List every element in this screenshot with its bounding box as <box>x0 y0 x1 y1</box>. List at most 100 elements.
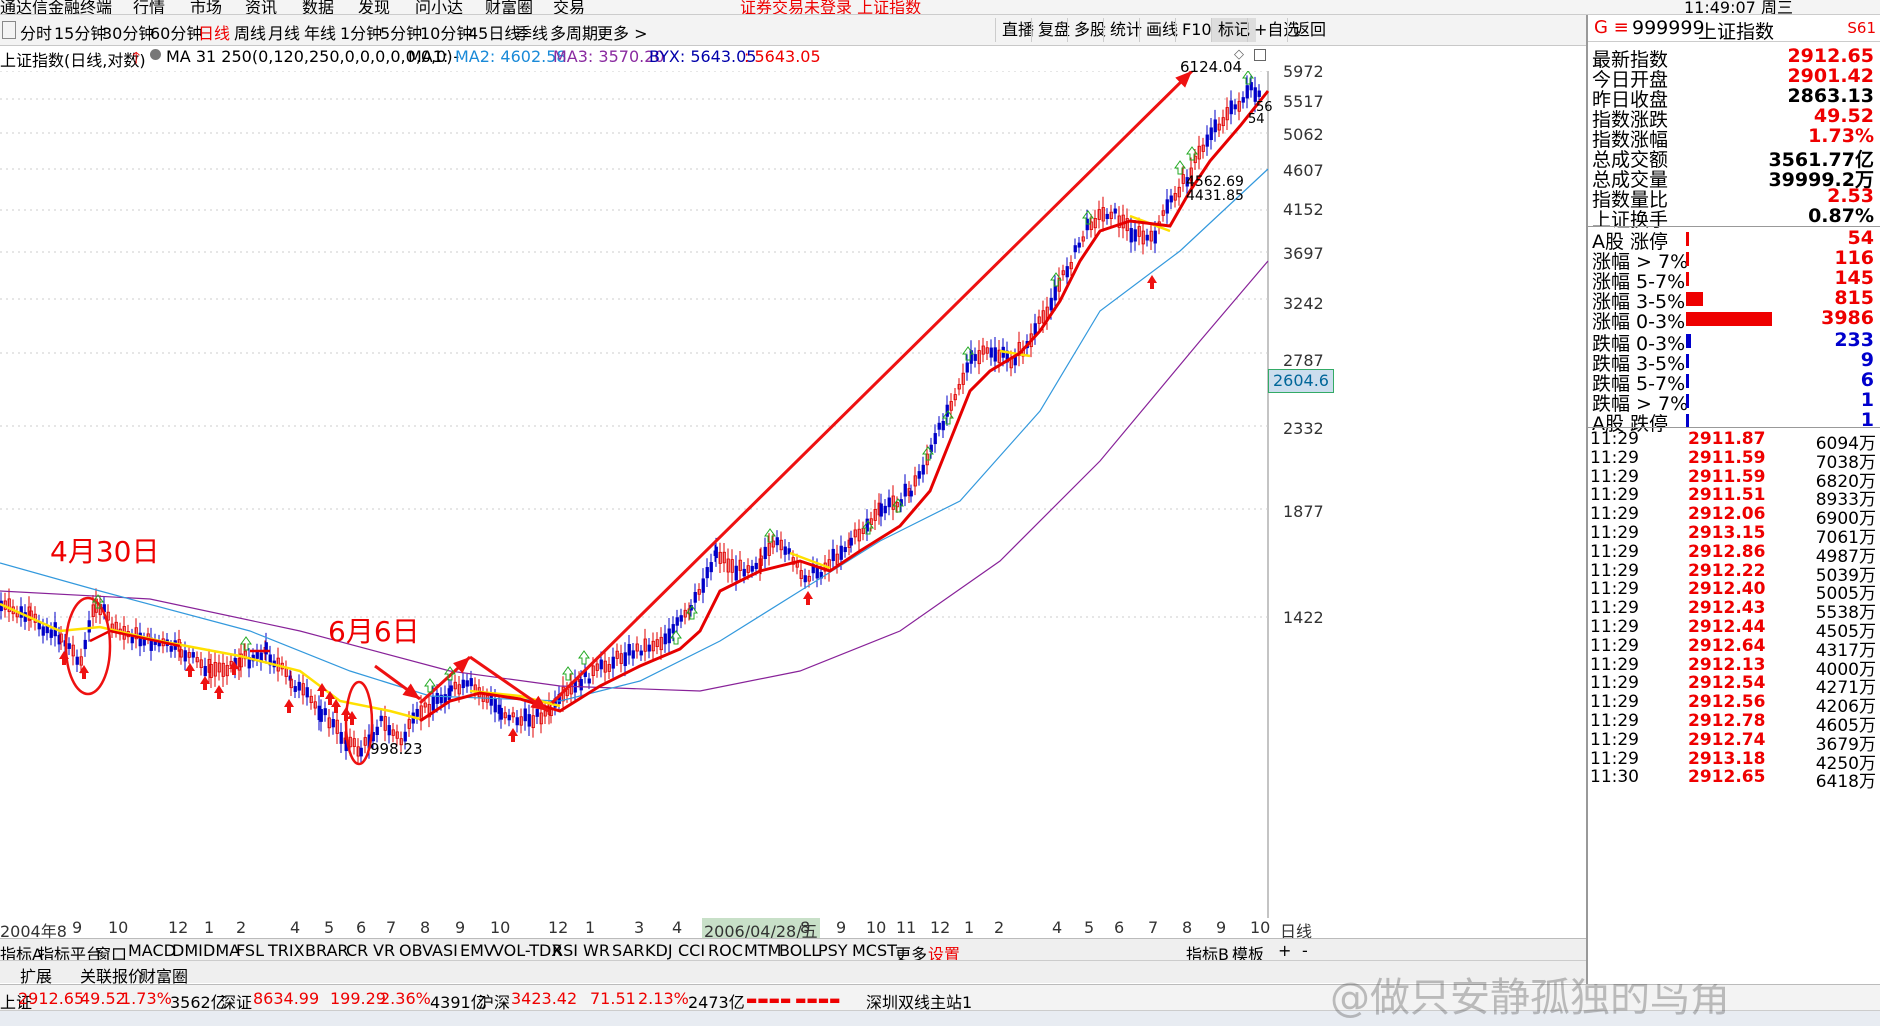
menu-trade[interactable]: 交易 <box>553 0 585 14</box>
kline-chart[interactable] <box>0 71 1590 918</box>
stat-value: 0.87% <box>1808 205 1874 227</box>
candle-body <box>1133 229 1137 242</box>
tab-vr[interactable]: VR <box>373 941 395 960</box>
panel-g-icon[interactable]: G ≡ <box>1594 17 1629 38</box>
zoom-in-button[interactable]: + <box>1278 941 1291 960</box>
candle-body <box>264 642 268 655</box>
tab-fsl[interactable]: FSL <box>236 941 264 960</box>
menu-data[interactable]: 数据 <box>302 0 334 14</box>
period-multi[interactable]: 多周期 <box>550 20 598 44</box>
candle-body <box>639 650 643 656</box>
period-daily[interactable]: 日线 <box>198 20 230 44</box>
tab-asi[interactable]: ASI <box>432 941 458 960</box>
tab-rsi[interactable]: RSI <box>552 941 578 960</box>
menu-wealth[interactable]: 财富圈 <box>485 0 533 14</box>
candle-body <box>87 620 91 633</box>
stat-value: 2912.65 <box>1787 45 1874 67</box>
x-tick: 4 <box>672 918 683 937</box>
candle-body <box>675 617 679 626</box>
period-45d[interactable]: 45日线 <box>468 20 520 44</box>
plot-area <box>0 71 1268 918</box>
x-tick: 1 <box>585 918 596 937</box>
tab-mtm[interactable]: MTM <box>744 941 781 960</box>
x-tick: 10 <box>490 918 511 937</box>
tab-obv[interactable]: OBV <box>399 941 433 960</box>
tab-kdj[interactable]: KDJ <box>645 941 673 960</box>
candle-body <box>493 698 497 713</box>
candle-body <box>191 652 195 658</box>
tab-roc[interactable]: ROC <box>708 941 743 960</box>
sh-change: 49.52 <box>80 989 126 1008</box>
candle-body <box>535 709 539 717</box>
annotation-apr30: 4月30日 <box>50 535 160 568</box>
tab-dmi[interactable]: DMI <box>172 941 203 960</box>
candle-body <box>83 639 87 650</box>
tick-price: 2912.86 <box>1688 541 1766 562</box>
menu-news[interactable]: 资讯 <box>245 0 277 14</box>
candle-body <box>909 490 913 497</box>
clock: 11:49:07 周三 <box>1684 0 1793 15</box>
period-15m[interactable]: 15分钟 <box>54 20 106 44</box>
tick-time: 11:29 <box>1590 504 1639 525</box>
period-intraday[interactable]: 分时 <box>20 20 52 44</box>
tab-sar[interactable]: SAR <box>612 941 645 960</box>
btn-back[interactable]: 返回 <box>1287 18 1332 42</box>
candle-body <box>973 354 977 361</box>
settings-dot-icon[interactable] <box>150 49 161 60</box>
tab-cr[interactable]: CR <box>346 941 368 960</box>
period-yearly[interactable]: 年线 <box>304 20 336 44</box>
panel-toggle-icon[interactable] <box>2 21 16 39</box>
annotation-jun6: 6月6日 <box>328 615 420 648</box>
hs-pct: 2.13% <box>638 989 689 1008</box>
tab-macd[interactable]: MACD <box>128 941 176 960</box>
y-tick: 2332 <box>1283 419 1324 438</box>
menu-quotes[interactable]: 行情 <box>133 0 165 14</box>
period-1m[interactable]: 1分钟 <box>340 20 382 44</box>
tab-psy[interactable]: PSY <box>818 941 848 960</box>
tab-brar[interactable]: BRAR <box>305 941 349 960</box>
period-more[interactable]: 更多 > <box>597 20 648 44</box>
market-heat-icon: ▬▬▬▬ ▬▬▬▬ <box>746 993 841 1007</box>
zoom-out-button[interactable]: - <box>1302 941 1308 960</box>
candle-body <box>1169 195 1173 203</box>
panel-tag: S61 <box>1847 19 1876 37</box>
menu-ask[interactable]: 问小达 <box>415 0 463 14</box>
candle-body <box>1105 213 1109 220</box>
period-monthly[interactable]: 月线 <box>268 20 300 44</box>
stat-value: 2.53 <box>1827 185 1874 207</box>
x-tick: 9 <box>1216 918 1227 937</box>
candle-body <box>1077 242 1081 248</box>
candle-body <box>293 686 297 692</box>
period-60m[interactable]: 60分钟 <box>150 20 202 44</box>
candle-body <box>647 644 651 652</box>
tab-dma[interactable]: DMA <box>203 941 240 960</box>
breadth-bar <box>1686 374 1689 388</box>
period-30m[interactable]: 30分钟 <box>102 20 154 44</box>
tick-price: 2912.22 <box>1688 560 1766 581</box>
period-weekly[interactable]: 周线 <box>234 20 266 44</box>
tab-emv[interactable]: EMV <box>460 941 495 960</box>
period-5m[interactable]: 5分钟 <box>380 20 422 44</box>
tab-boll[interactable]: BOLL <box>779 941 820 960</box>
tab-trix[interactable]: TRIX <box>268 941 305 960</box>
period-quarter[interactable]: 季线 <box>516 20 548 44</box>
menu-discover[interactable]: 发现 <box>358 0 390 14</box>
candle-body <box>255 650 259 659</box>
candle-body <box>839 545 843 560</box>
restore-icon[interactable] <box>1254 49 1266 61</box>
tab-cci[interactable]: CCI <box>678 941 705 960</box>
tab-wr[interactable]: WR <box>583 941 610 960</box>
candle-body <box>203 666 207 677</box>
breadth-value: 9 <box>1860 349 1874 371</box>
breadth-bar <box>1686 252 1689 266</box>
tab-mcst[interactable]: MCST <box>852 941 897 960</box>
menu-market[interactable]: 市场 <box>190 0 222 14</box>
x-tick: 6 <box>356 918 367 937</box>
sh-value: 2912.65 <box>18 989 85 1008</box>
candle-body <box>993 347 997 362</box>
breadth-value: 1 <box>1860 389 1874 411</box>
candle-body <box>387 725 391 736</box>
x-tick: 10 <box>1250 918 1271 937</box>
period-10m[interactable]: 10分钟 <box>420 20 472 44</box>
candle-body <box>523 708 527 722</box>
